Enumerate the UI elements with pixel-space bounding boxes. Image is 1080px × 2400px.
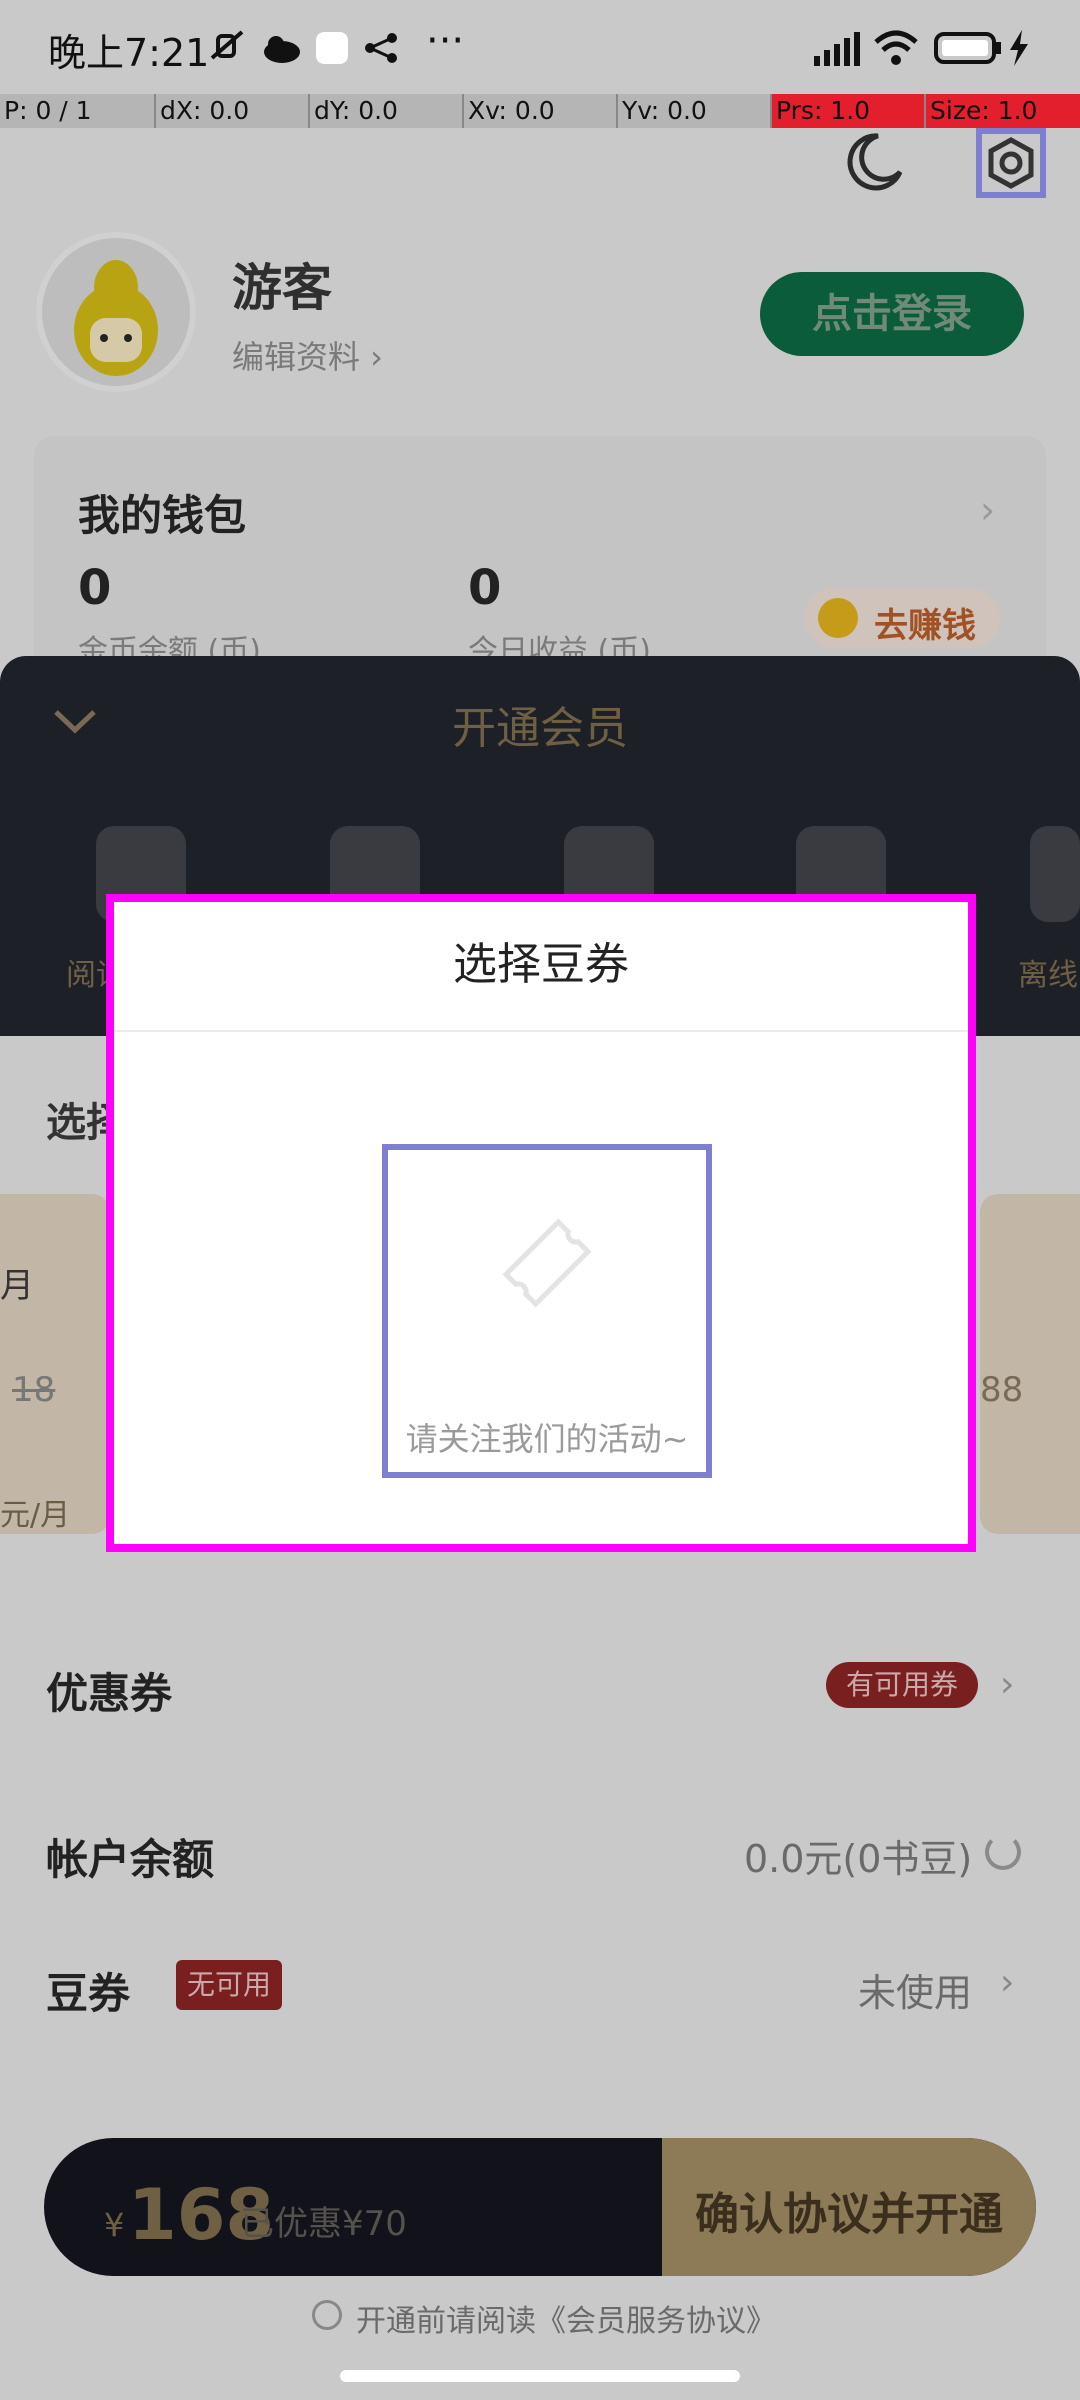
chevron-right-icon[interactable]: › (1000, 1962, 1014, 2003)
pointer-debug-bar: P: 0 / 1 dX: 0.0 dY: 0.0 Xv: 0.0 Yv: 0.0… (0, 94, 1080, 128)
empty-state-text: 请关注我们的活动~ (405, 1420, 689, 1458)
empty-state: 请关注我们的活动~ (382, 1144, 712, 1478)
user-name: 游客 (232, 259, 332, 317)
chevron-right-icon: › (980, 488, 996, 532)
plan-card-monthly[interactable] (0, 1194, 110, 1534)
agreement-text[interactable]: 开通前请阅读《会员服务协议》 (356, 2296, 776, 2340)
debug-p: P: 0 / 1 (4, 96, 92, 125)
ticket-icon (502, 1218, 592, 1308)
wifi-icon (874, 30, 918, 65)
mute-icon (210, 30, 244, 60)
edit-profile-link[interactable]: 编辑资料 › (232, 332, 383, 378)
bean-coupon-unavailable-badge: 无可用 (176, 1960, 282, 2010)
coupon-label: 优惠券 (46, 1669, 173, 1718)
select-bean-coupon-dialog: 选择豆券 请关注我们的活动~ (106, 894, 976, 1552)
avatar[interactable] (36, 232, 196, 392)
confirm-pay-label[interactable]: 确认协议并开通 (662, 2178, 1036, 2242)
charging-icon (1010, 30, 1028, 66)
debug-dx: dX: 0.0 (154, 94, 308, 128)
privilege-download-icon (1030, 826, 1080, 922)
plan-card-other[interactable] (980, 1194, 1080, 1534)
discount-text: 已优惠¥70 (240, 2204, 407, 2244)
today-earnings-value: 0 (468, 560, 502, 616)
debug-xv: Xv: 0.0 (462, 94, 616, 128)
chevron-right-icon[interactable]: › (1000, 1664, 1014, 1705)
status-bar: 晚上7:21 ··· (0, 0, 1080, 94)
debug-yv: Yv: 0.0 (616, 94, 770, 128)
wallet-title: 我的钱包 (78, 491, 247, 540)
debug-prs: Prs: 1.0 (770, 94, 924, 128)
plan-period: 月 (0, 1266, 34, 1306)
privilege-label-offline: 离线 (1018, 958, 1078, 993)
coin-icon (818, 598, 858, 638)
signal-icon (814, 32, 860, 66)
home-indicator[interactable] (340, 2370, 740, 2382)
pear-mascot-icon (74, 260, 158, 376)
app-icon (316, 32, 348, 64)
debug-size: Size: 1.0 (924, 94, 1080, 128)
settings-button[interactable] (976, 128, 1046, 198)
earn-money-label: 去赚钱 (874, 606, 976, 646)
coin-balance-value: 0 (78, 560, 112, 616)
balance-value: 0.0元(0书豆) (744, 1837, 973, 1881)
night-mode-icon[interactable] (838, 128, 908, 198)
share-icon (365, 33, 397, 63)
agreement-checkbox[interactable] (312, 2300, 342, 2330)
dialog-title: 选择豆券 (453, 939, 629, 990)
login-button[interactable]: 点击登录 (760, 272, 1024, 356)
debug-dy: dY: 0.0 (308, 94, 462, 128)
coupon-available-badge[interactable]: 有可用券 (826, 1662, 978, 1708)
dialog-divider (114, 1030, 968, 1032)
bean-coupon-status[interactable]: 未使用 (858, 1962, 972, 2017)
plan-right-price: 88 (980, 1370, 1024, 1410)
status-time: 晚上7:21 (48, 31, 210, 75)
membership-title: 开通会员 (452, 703, 628, 754)
balance-label: 帐户余额 (46, 1835, 215, 1884)
battery-icon (934, 32, 1001, 64)
more-icon: ··· (426, 18, 465, 64)
refresh-icon[interactable] (985, 1834, 1021, 1870)
settings-hex-icon (988, 137, 1034, 189)
price-currency: ¥ (104, 2206, 125, 2244)
plan-original-price: 18 (12, 1370, 56, 1410)
bean-coupon-label: 豆券 (46, 1969, 131, 2018)
plan-unit-price: 元/月 (0, 1498, 71, 1533)
cloud-icon (264, 36, 300, 63)
